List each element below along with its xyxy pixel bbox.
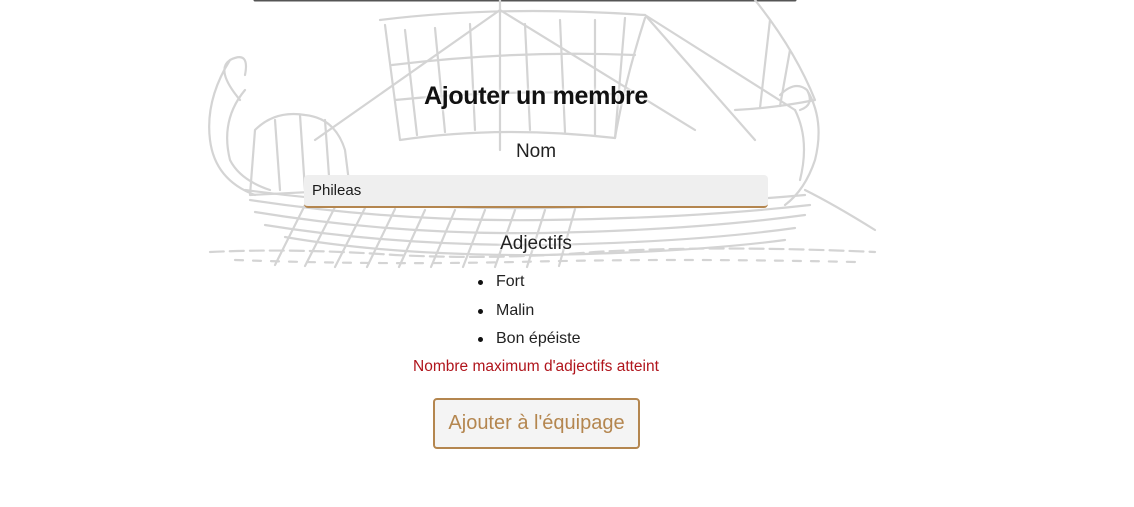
name-input[interactable] bbox=[304, 175, 768, 208]
bullet-icon bbox=[478, 308, 483, 314]
adjectives-label: Adjectifs bbox=[500, 233, 572, 254]
adjective-label: Malin bbox=[496, 301, 535, 319]
form-title: Ajouter un membre bbox=[423, 82, 649, 110]
bullet-icon bbox=[478, 280, 483, 285]
add-member-form: Ajouter un membre Nom Adjectifs Fort Mal… bbox=[0, 0, 1134, 507]
adjectives-list: Fort Malin Bon épéiste bbox=[478, 270, 581, 356]
bullet-icon bbox=[478, 337, 483, 342]
add-to-crew-button[interactable]: Ajouter à l'équipage bbox=[433, 398, 640, 449]
list-item: Bon épéiste bbox=[478, 327, 581, 356]
adjective-label: Bon épéiste bbox=[496, 330, 581, 347]
page: Ajouter un membre Nom Adjectifs Fort Mal… bbox=[0, 0, 1134, 507]
error-message: Nombre maximum d'adjectifs atteint bbox=[413, 358, 659, 375]
adjective-label: Fort bbox=[496, 273, 525, 290]
list-item: Malin bbox=[478, 299, 581, 328]
list-item: Fort bbox=[478, 270, 581, 299]
name-label: Nom bbox=[515, 141, 557, 162]
